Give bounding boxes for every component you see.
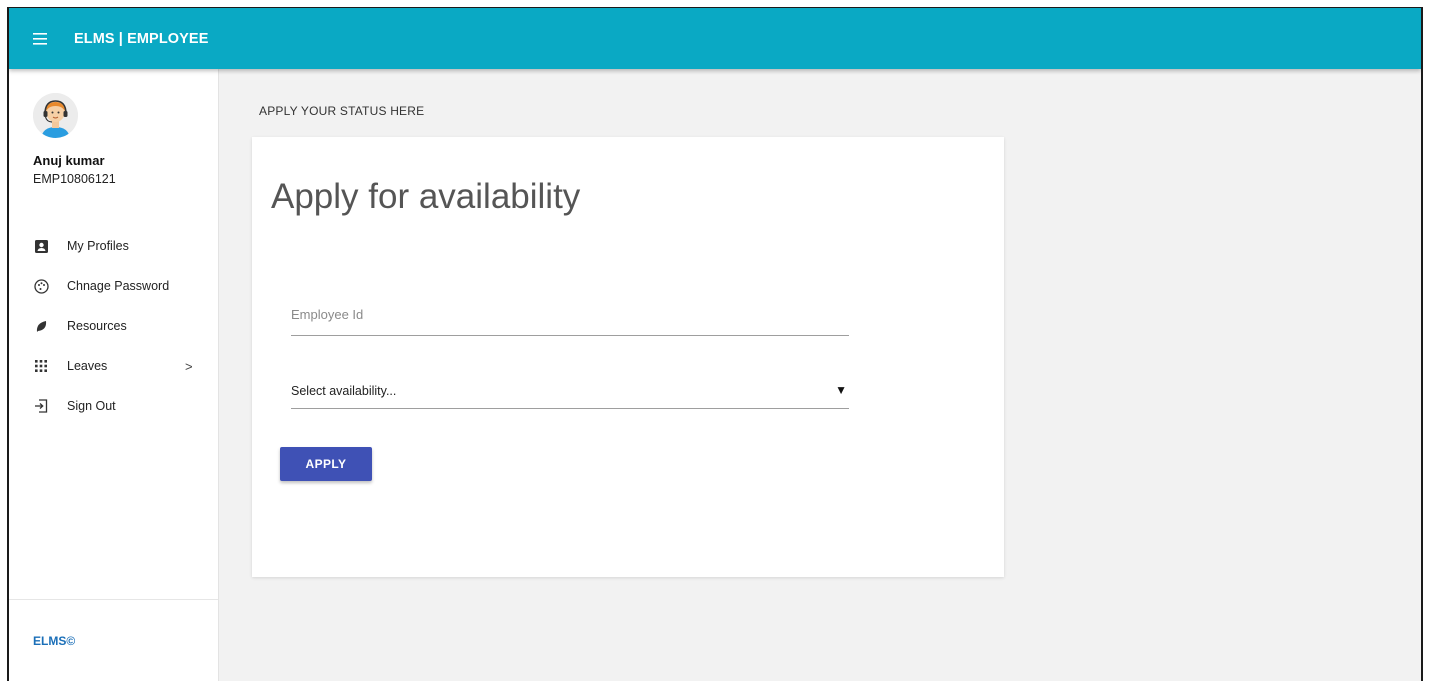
hamburger-icon[interactable]: [29, 28, 51, 50]
availability-form-card: Apply for availability Select availabili…: [252, 137, 1004, 577]
sidebar-item-sign-out[interactable]: Sign Out: [9, 386, 218, 426]
support-agent-avatar: [33, 93, 78, 138]
palette-icon: [33, 278, 49, 294]
sidebar-item-label: Resources: [67, 319, 127, 333]
sidebar-nav: My Profiles Chnage Password Resources Le…: [9, 226, 218, 426]
leaf-icon: [33, 318, 49, 334]
sidebar-item-my-profiles[interactable]: My Profiles: [9, 226, 218, 266]
sidebar-item-resources[interactable]: Resources: [9, 306, 218, 346]
footer-brand: ELMS©: [33, 634, 76, 648]
availability-select[interactable]: Select availability... ▼: [291, 374, 849, 409]
sign-out-icon: [33, 398, 49, 414]
employee-id: EMP10806121: [33, 172, 116, 186]
account-box-icon: [33, 238, 49, 254]
chevron-right-icon[interactable]: >: [185, 359, 193, 374]
avatar: [33, 93, 78, 138]
sidebar: Anuj kumar EMP10806121 My Profiles Chnag…: [9, 69, 219, 681]
user-name: Anuj kumar: [33, 153, 105, 168]
dropdown-arrow-icon[interactable]: ▼: [835, 383, 847, 397]
sidebar-item-leaves[interactable]: Leaves >: [9, 346, 218, 386]
app-window: ELMS | EMPLOYEE Anuj kumar EMP10806121 M…: [7, 7, 1423, 681]
sidebar-item-label: Sign Out: [67, 399, 116, 413]
app-title[interactable]: ELMS | EMPLOYEE: [74, 31, 208, 47]
sidebar-item-label: Chnage Password: [67, 279, 170, 293]
page-title: Apply for availability: [271, 177, 581, 216]
availability-select-value: Select availability...: [291, 384, 397, 398]
apps-grid-icon: [33, 358, 49, 374]
apply-button[interactable]: APPLY: [280, 447, 372, 481]
employee-id-input[interactable]: [291, 299, 849, 336]
section-title: APPLY YOUR STATUS HERE: [259, 104, 425, 118]
sidebar-item-label: Leaves: [67, 359, 108, 373]
sidebar-item-label: My Profiles: [67, 239, 129, 253]
main-content: APPLY YOUR STATUS HERE Apply for availab…: [219, 69, 1421, 681]
sidebar-divider: [9, 599, 218, 600]
top-app-bar: ELMS | EMPLOYEE: [9, 8, 1421, 69]
sidebar-item-change-password[interactable]: Chnage Password: [9, 266, 218, 306]
